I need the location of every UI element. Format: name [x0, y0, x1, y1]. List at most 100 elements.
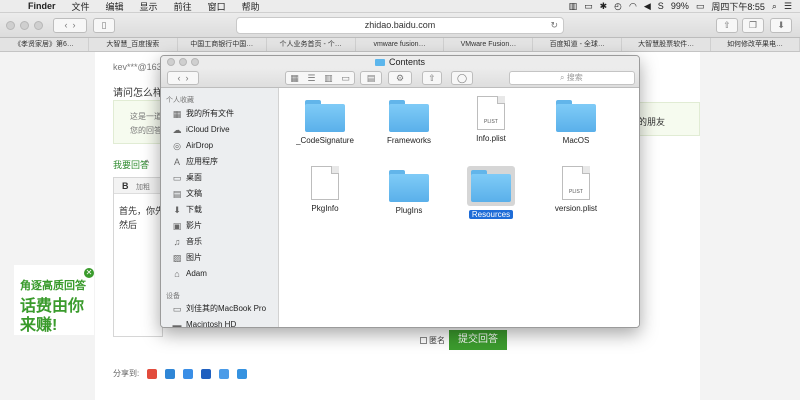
collapse-icon[interactable]: ^ [145, 158, 149, 168]
view-mode-control[interactable]: ▦ ☰ ▥ ▭ [285, 71, 355, 85]
sidebar-item-macbook[interactable]: ▭ 刘佳其的MacBook Pro [172, 301, 266, 316]
volume-icon[interactable]: ◀ [644, 1, 651, 12]
clock-status-icon[interactable]: ◴ [614, 1, 622, 12]
file-item-codesignature[interactable]: _CodeSignature [285, 100, 365, 145]
bookmark-item[interactable]: 个人业务首页 - 个… [267, 38, 356, 51]
file-item-info-plist[interactable]: PLIST Info.plist [451, 96, 531, 143]
sidebar-item-downloads[interactable]: ⬇ 下载 [172, 202, 202, 217]
coverflow-view-icon[interactable]: ▭ [341, 73, 350, 84]
action-button[interactable]: ⚙ [388, 71, 412, 85]
finder-close-button[interactable] [167, 58, 175, 66]
bookmark-item[interactable]: 大智慧_百度搜索 [89, 38, 178, 51]
list-view-icon[interactable]: ☰ [307, 73, 315, 84]
menu-app-finder[interactable]: Finder [20, 1, 64, 11]
menu-window[interactable]: 窗口 [200, 0, 234, 13]
icon-view-icon[interactable]: ▦ [290, 73, 299, 84]
back-forward-buttons[interactable]: ‹ › [53, 17, 87, 33]
back-icon[interactable]: ‹ [177, 73, 180, 83]
sidebar-item-home[interactable]: ⌂ Adam [172, 266, 207, 281]
share-tencent-icon[interactable] [183, 368, 194, 379]
sidebar-item-movies[interactable]: ▣ 影片 [172, 218, 202, 233]
submit-answer-button[interactable]: 提交回答 [449, 330, 507, 350]
file-item-frameworks[interactable]: Frameworks [369, 100, 449, 145]
tabs-button[interactable]: ❐ [742, 18, 764, 33]
share-weibo-icon[interactable] [147, 368, 158, 379]
anonymous-option[interactable]: 匿名 [420, 335, 445, 346]
sidebar-item-desktop[interactable]: ▭ 桌面 [172, 170, 202, 185]
menu-file[interactable]: 文件 [64, 0, 98, 13]
minimize-window-button[interactable] [20, 20, 29, 30]
anonymous-checkbox[interactable] [420, 337, 427, 344]
battery-icon[interactable]: ▭ [696, 1, 705, 12]
sidebar-item-macintosh-hd[interactable]: ▬ Macintosh HD [172, 317, 237, 328]
answer-editor[interactable]: B 加粗 首先，你先 然后 [113, 177, 164, 337]
bookmark-item[interactable]: 中国工商银行中国… [178, 38, 267, 51]
promo-banner[interactable]: ✕ 角逐高质回答 话费由你 来赚! [14, 265, 94, 335]
finder-back-forward[interactable]: ‹ › [167, 71, 199, 85]
bold-button[interactable]: B [122, 181, 129, 191]
back-icon[interactable]: ‹ [64, 20, 67, 30]
anonymous-label: 匿名 [429, 336, 445, 345]
share-qzone-icon[interactable] [165, 368, 176, 379]
battery-percent[interactable]: 99% [671, 1, 689, 11]
arrange-button[interactable]: ▤ [360, 71, 382, 85]
downloads-icon: ⬇ [173, 204, 181, 215]
sidebar-item-applications[interactable]: A 应用程序 [172, 154, 218, 169]
tags-button[interactable]: ◯ [451, 71, 473, 85]
zoom-window-button[interactable] [34, 20, 43, 30]
wifi-icon[interactable]: ◠ [629, 1, 637, 12]
menubar-clock[interactable]: 周四下午8:55 [711, 0, 765, 13]
menu-help[interactable]: 帮助 [234, 0, 268, 13]
forward-icon[interactable]: › [73, 20, 76, 30]
file-name: _CodeSignature [296, 136, 354, 145]
sidebar-item-all-files[interactable]: ▦ 我的所有文件 [172, 106, 234, 121]
finder-zoom-button[interactable] [191, 58, 199, 66]
file-item-resources[interactable]: Resources [451, 166, 531, 219]
download-icon: ⬇ [777, 20, 785, 30]
reload-icon[interactable]: ↻ [550, 18, 558, 33]
file-item-version-plist[interactable]: PLIST version.plist [536, 166, 616, 213]
laptop-icon: ▭ [172, 303, 182, 314]
file-item-pkginfo[interactable]: PkgInfo [285, 166, 365, 213]
close-window-button[interactable] [6, 20, 15, 30]
bookmark-item[interactable]: 百度知道 - 全球… [533, 38, 623, 51]
tip-line-1: 这是一道 [130, 112, 162, 121]
sidebar-item-pictures[interactable]: ▨ 图片 [172, 250, 202, 265]
sidebar-item-icloud[interactable]: ☁ iCloud Drive [172, 122, 230, 137]
share-renren-icon[interactable] [201, 368, 212, 379]
status-bar-icon[interactable]: ▥ [569, 1, 578, 12]
file-item-macos[interactable]: MacOS [536, 100, 616, 145]
file-item-plugins[interactable]: PlugIns [369, 170, 449, 215]
notification-center-icon[interactable]: ☰ [784, 1, 792, 12]
forward-icon[interactable]: › [186, 73, 189, 83]
bookmark-item[interactable]: 《孝贤家居》第6… [0, 38, 89, 51]
airplay-icon[interactable]: ▭ [584, 1, 593, 12]
finder-search-input[interactable]: ⌕ 搜索 [509, 71, 635, 85]
sidebar-item-airdrop[interactable]: ◎ AirDrop [172, 138, 213, 153]
bookmark-item[interactable]: 大智慧股票软件… [622, 38, 712, 51]
finder-minimize-button[interactable] [179, 58, 187, 66]
document-icon [311, 166, 339, 200]
share-more-icon[interactable] [237, 368, 248, 379]
share-baidu-icon[interactable] [219, 368, 230, 379]
menu-view[interactable]: 显示 [132, 0, 166, 13]
sidebar-item-documents[interactable]: ▤ 文稿 [172, 186, 202, 201]
answer-link[interactable]: 我要回答 [113, 158, 149, 171]
menu-go[interactable]: 前往 [166, 0, 200, 13]
menu-edit[interactable]: 编辑 [98, 0, 132, 13]
bookmark-item[interactable]: 如何修改苹果电… [711, 38, 800, 51]
downloads-button[interactable]: ⬇ [770, 18, 792, 33]
share-button[interactable]: ⇧ [716, 18, 738, 33]
bluetooth-icon[interactable]: ✱ [600, 1, 608, 12]
column-view-icon[interactable]: ▥ [324, 73, 333, 84]
bookmark-item[interactable]: VMware Fusion… [444, 38, 534, 51]
safari-toolbar: ‹ › ▯ zhidao.baidu.com ↻ ⇧ ❐ ⬇ [0, 13, 800, 38]
sidebar-item-music[interactable]: ♫ 音乐 [172, 234, 202, 249]
address-bar[interactable]: zhidao.baidu.com ↻ [236, 17, 564, 34]
finder-share-button[interactable]: ⇧ [422, 71, 442, 85]
folder-icon [556, 100, 596, 132]
bookmark-item[interactable]: vmware fusion… [356, 38, 445, 51]
sidebar-toggle-button[interactable]: ▯ [93, 17, 115, 33]
input-source-icon[interactable]: S [658, 1, 664, 11]
spotlight-icon[interactable]: ⌕ [772, 1, 777, 12]
